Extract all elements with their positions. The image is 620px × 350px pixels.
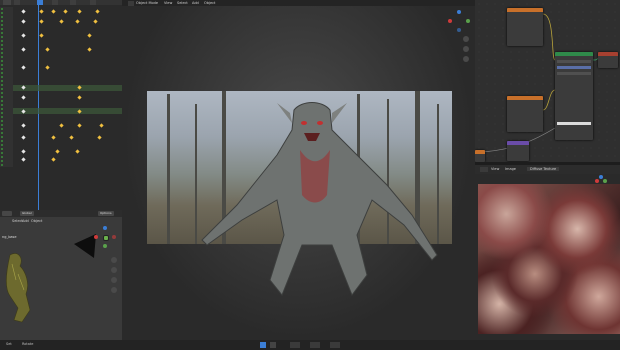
end-frame-field[interactable] (330, 342, 340, 348)
creature-figure (5, 253, 31, 323)
zoom-icon[interactable] (111, 257, 117, 263)
diffuse-texture-image (478, 184, 620, 334)
keyframe[interactable] (21, 9, 26, 14)
menu-object[interactable]: Object (204, 0, 215, 6)
keyframe[interactable] (39, 33, 44, 38)
shader-node-editor[interactable] (475, 0, 620, 162)
principled-bsdf-node[interactable] (555, 52, 593, 140)
viewport-3d-secondary[interactable]: Global Options Select Add Object ng_base (0, 210, 122, 340)
frame-tab[interactable] (70, 0, 76, 5)
menu-select[interactable]: Select (177, 0, 188, 6)
timeline-tab[interactable] (14, 0, 20, 5)
keyframe[interactable] (77, 9, 82, 14)
status-hint-rotate: Rotate (22, 342, 34, 346)
creature-render (201, 102, 438, 297)
texture-coordinate-node[interactable] (475, 150, 485, 162)
keyframe[interactable] (55, 149, 60, 154)
keyframe[interactable] (77, 95, 82, 100)
keyframe[interactable] (39, 19, 44, 24)
status-hint-set: Set (6, 342, 12, 346)
image-selector[interactable]: Diffuse Texture (527, 167, 560, 171)
frame-tab[interactable] (52, 0, 58, 5)
keyframe[interactable] (39, 9, 44, 14)
keyframe[interactable] (97, 135, 102, 140)
keyframe[interactable] (21, 95, 26, 100)
mapping-node[interactable] (507, 141, 529, 161)
keyframe[interactable] (21, 47, 26, 52)
keyframe[interactable] (87, 33, 92, 38)
keyframe[interactable] (21, 19, 26, 24)
dope-sheet-header (0, 0, 122, 5)
keyframe[interactable] (51, 135, 56, 140)
keyframe[interactable] (21, 149, 26, 154)
pan-icon[interactable] (463, 46, 469, 52)
keyframe[interactable] (21, 33, 26, 38)
step-button[interactable] (270, 342, 276, 348)
keyframe[interactable] (93, 19, 98, 24)
selected-channel-row[interactable] (13, 85, 122, 91)
camera-view-icon[interactable] (463, 56, 469, 62)
keyframe[interactable] (69, 135, 74, 140)
selected-channel-row[interactable] (13, 108, 122, 114)
keyframe[interactable] (21, 123, 26, 128)
viewport-3d-main[interactable]: Object Mode View Select Add Object (122, 0, 475, 340)
viewport-header: Global Options (0, 210, 122, 217)
image-texture-node[interactable] (507, 8, 543, 46)
menu-add[interactable]: Add (192, 0, 199, 6)
start-frame-field[interactable] (310, 342, 320, 348)
menu-add[interactable]: Add (22, 219, 29, 223)
keyframe[interactable] (59, 19, 64, 24)
keyframe[interactable] (75, 19, 80, 24)
keyframe[interactable] (51, 157, 56, 162)
navigation-gizmo[interactable] (94, 226, 116, 248)
status-bar: Set Rotate (0, 340, 620, 350)
node-links (479, 13, 600, 153)
editor-type-button[interactable] (128, 0, 134, 6)
keyframe[interactable] (21, 135, 26, 140)
editor-type-icon[interactable] (3, 0, 11, 5)
options-dropdown[interactable]: Options (98, 211, 114, 216)
viewport-header: Object Mode View Select Add Object (122, 0, 475, 6)
keyframe[interactable] (21, 65, 26, 70)
keyframe[interactable] (63, 9, 68, 14)
frame-field[interactable] (290, 342, 300, 348)
channel-row[interactable] (0, 163, 13, 167)
menu-view[interactable]: View (491, 167, 499, 171)
editor-type-button[interactable] (2, 211, 12, 216)
camera-view-icon[interactable] (111, 277, 117, 283)
playhead[interactable] (38, 0, 39, 210)
object-name-label: ng_base (2, 235, 17, 239)
dope-sheet-editor[interactable] (0, 0, 122, 210)
keyframe[interactable] (77, 123, 82, 128)
keyframe[interactable] (21, 157, 26, 162)
perspective-toggle-icon[interactable] (111, 287, 117, 293)
mode-dropdown[interactable]: Object Mode (136, 0, 158, 6)
keyframe[interactable] (99, 123, 104, 128)
keyframe[interactable] (45, 47, 50, 52)
zoom-icon[interactable] (463, 36, 469, 42)
editor-type-button[interactable] (480, 167, 488, 172)
orientation-dropdown[interactable]: Global (20, 211, 34, 216)
navigation-gizmo[interactable] (448, 10, 470, 32)
image-texture-node[interactable] (507, 96, 543, 132)
pan-icon[interactable] (111, 267, 117, 273)
material-output-node[interactable] (598, 52, 618, 68)
menu-object[interactable]: Object (31, 219, 42, 223)
keyframe[interactable] (75, 149, 80, 154)
menu-image[interactable]: Image (505, 167, 516, 171)
navigation-gizmo[interactable] (595, 175, 607, 187)
keyframe[interactable] (59, 123, 64, 128)
frame-tab[interactable] (90, 0, 96, 5)
play-button[interactable] (260, 342, 266, 348)
image-editor[interactable]: View Image Diffuse Texture (475, 165, 620, 340)
keyframe[interactable] (95, 9, 100, 14)
image-editor-header: View Image Diffuse Texture (475, 165, 620, 174)
keyframe[interactable] (51, 9, 56, 14)
menu-view[interactable]: View (164, 0, 172, 6)
keyframe[interactable] (87, 47, 92, 52)
keyframe[interactable] (45, 65, 50, 70)
